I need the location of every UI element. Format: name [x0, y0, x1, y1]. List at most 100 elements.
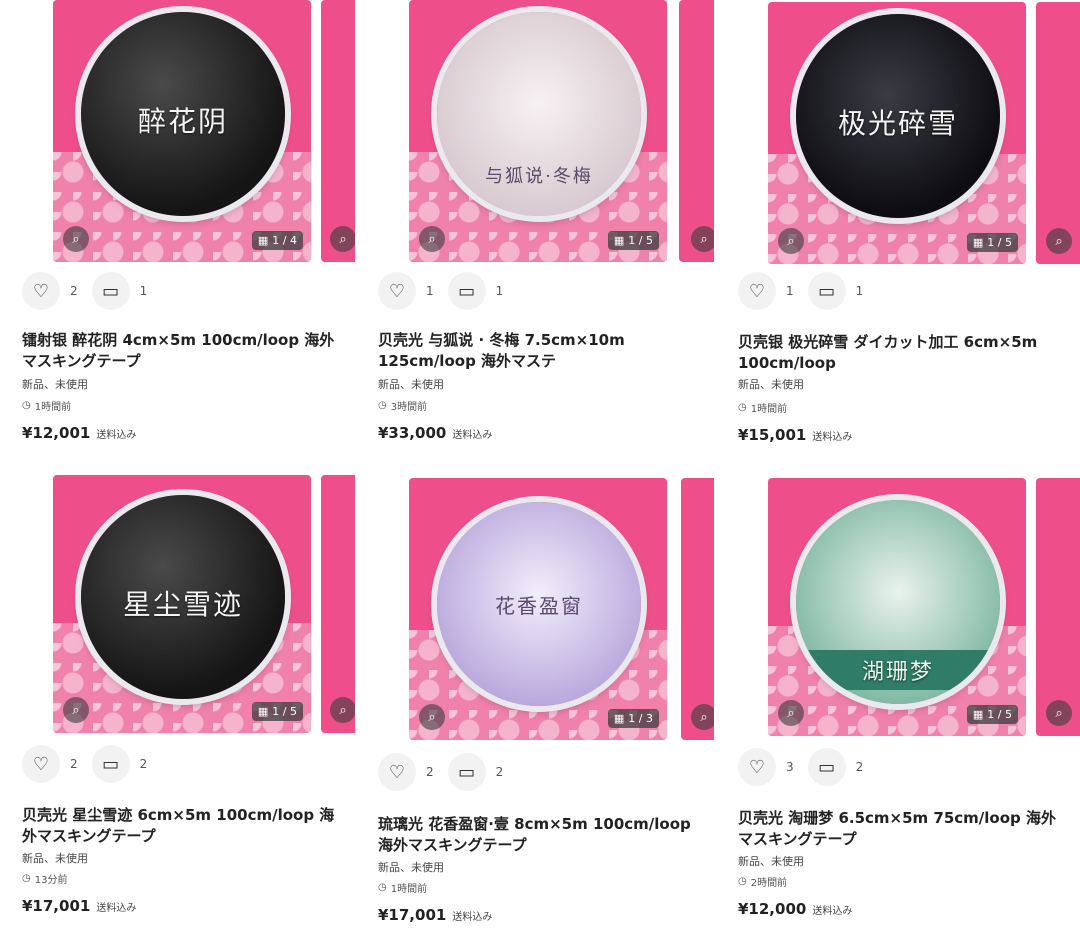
product-image[interactable]: 与狐说·冬梅 ⌕ ▦ 1 / 5 — [409, 0, 667, 262]
image-search-icon[interactable]: ⌕ — [63, 697, 89, 723]
card-actions: ♡ 3 ▭ 2 — [738, 748, 863, 786]
price-value: ¥12,000 — [738, 900, 807, 918]
like-count: 2 — [70, 757, 78, 771]
grid-icon: ▦ — [613, 234, 625, 247]
image-search-icon[interactable]: ⌕ — [330, 226, 355, 252]
comment-button[interactable]: ▭ 2 — [91, 745, 148, 783]
listing-time: ◷ 13分前 — [22, 873, 68, 886]
price-value: ¥17,001 — [22, 897, 91, 915]
image-search-icon[interactable]: ⌕ — [691, 226, 714, 252]
product-image-carousel[interactable]: 极光碎雪 ⌕ ▦ 1 / 5 ⌕ — [768, 2, 1080, 264]
product-image-carousel[interactable]: 花香盈窗 ⌕ ▦ 1 / 3 ⌕ — [409, 478, 714, 740]
listing-time: ◷ 2時間前 — [738, 876, 788, 889]
heart-icon[interactable]: ♡ — [378, 272, 416, 310]
product-condition: 新品、未使用 — [378, 861, 444, 874]
tape-roll-image: 极光碎雪 — [796, 14, 1000, 218]
product-image-carousel[interactable]: 醉花阴 ⌕ ▦ 1 / 4 ⌕ — [53, 0, 355, 262]
image-count-badge: ▦ 1 / 4 — [251, 231, 303, 250]
tape-roll-image: 醉花阴 — [81, 12, 285, 216]
product-image-carousel[interactable]: 与狐说·冬梅 ⌕ ▦ 1 / 5 ⌕ — [409, 0, 714, 262]
image-search-icon[interactable]: ⌕ — [778, 700, 804, 726]
shipping-label: 送料込み — [96, 903, 137, 914]
image-search-icon[interactable]: ⌕ — [1046, 228, 1072, 254]
shipping-label: 送料込み — [812, 432, 853, 443]
product-title[interactable]: 琉璃光 花香盈窗·壹 8cm×5m 100cm/loop 海外マスキングテープ — [378, 814, 698, 856]
product-price: ¥12,001 送料込み — [22, 424, 136, 442]
like-button[interactable]: ♡ 2 — [22, 745, 78, 783]
image-search-icon[interactable]: ⌕ — [63, 226, 89, 252]
product-title[interactable]: 贝壳光 与狐说 · 冬梅 7.5cm×10m 125cm/loop 海外マステ — [378, 330, 698, 372]
comment-icon[interactable]: ▭ — [447, 272, 486, 310]
shipping-label: 送料込み — [812, 906, 853, 917]
comment-icon[interactable]: ▭ — [91, 272, 130, 310]
like-button[interactable]: ♡ 2 — [22, 272, 78, 310]
comment-icon[interactable]: ▭ — [447, 753, 486, 791]
comment-count: 1 — [495, 284, 504, 298]
like-button[interactable]: ♡ 2 — [378, 753, 434, 791]
heart-icon[interactable]: ♡ — [738, 272, 776, 310]
heart-icon[interactable]: ♡ — [738, 748, 776, 786]
image-search-icon[interactable]: ⌕ — [419, 226, 445, 252]
product-title[interactable]: 贝壳光 星尘雪迹 6cm×5m 100cm/loop 海外マスキングテープ — [22, 805, 342, 847]
card-actions: ♡ 1 ▭ 1 — [738, 272, 863, 310]
product-image[interactable]: 花香盈窗 ⌕ ▦ 1 / 3 — [409, 478, 667, 740]
next-image-preview[interactable] — [681, 478, 714, 740]
product-image-carousel[interactable]: 湖珊梦 ⌕ ▦ 1 / 5 ⌕ — [768, 478, 1080, 740]
comment-button[interactable]: ▭ 1 — [807, 272, 863, 310]
next-image-preview[interactable] — [679, 0, 714, 262]
heart-icon[interactable]: ♡ — [22, 745, 60, 783]
grid-icon: ▦ — [972, 708, 984, 721]
shipping-label: 送料込み — [452, 912, 493, 923]
product-title[interactable]: 镭射银 醉花阴 4cm×5m 100cm/loop 海外マスキングテープ — [22, 330, 342, 372]
image-search-icon[interactable]: ⌕ — [330, 697, 355, 723]
next-image-preview[interactable] — [321, 0, 355, 262]
image-search-icon[interactable]: ⌕ — [1046, 700, 1072, 726]
listing-time: ◷ 1時間前 — [22, 400, 72, 413]
comment-button[interactable]: ▭ 1 — [447, 272, 504, 310]
clock-icon: ◷ — [22, 400, 31, 411]
comment-button[interactable]: ▭ 2 — [447, 753, 504, 791]
tape-roll-image: 湖珊梦 — [796, 500, 1000, 704]
tape-image-text: 醉花阴 — [137, 105, 228, 138]
clock-icon: ◷ — [378, 882, 387, 893]
like-button[interactable]: ♡ 1 — [378, 272, 434, 310]
image-search-icon[interactable]: ⌕ — [691, 704, 714, 730]
clock-icon: ◷ — [738, 402, 747, 413]
product-image[interactable]: 湖珊梦 ⌕ ▦ 1 / 5 — [768, 478, 1026, 736]
tape-image-text: 花香盈窗 — [495, 594, 583, 618]
comment-count: 2 — [495, 765, 504, 779]
grid-icon: ▦ — [972, 236, 984, 249]
image-count-badge: ▦ 1 / 5 — [251, 702, 303, 721]
comment-icon[interactable]: ▭ — [91, 745, 130, 783]
card-actions: ♡ 2 ▭ 2 — [22, 745, 147, 783]
listing-time: ◷ 3時間前 — [378, 400, 428, 413]
like-count: 3 — [786, 760, 794, 774]
like-button[interactable]: ♡ 3 — [738, 748, 794, 786]
comment-button[interactable]: ▭ 2 — [807, 748, 863, 786]
like-button[interactable]: ♡ 1 — [738, 272, 794, 310]
heart-icon[interactable]: ♡ — [378, 753, 416, 791]
price-value: ¥33,000 — [378, 424, 447, 442]
grid-icon: ▦ — [257, 234, 269, 247]
next-image-preview[interactable] — [321, 475, 355, 733]
comment-icon[interactable]: ▭ — [807, 272, 846, 310]
comment-icon[interactable]: ▭ — [807, 748, 846, 786]
like-count: 1 — [786, 284, 794, 298]
product-image[interactable]: 星尘雪迹 ⌕ ▦ 1 / 5 — [53, 475, 311, 733]
product-image[interactable]: 醉花阴 ⌕ ▦ 1 / 4 — [53, 0, 311, 262]
listing-time: ◷ 1時間前 — [378, 882, 428, 895]
comment-count: 1 — [139, 284, 148, 298]
image-search-icon[interactable]: ⌕ — [419, 704, 445, 730]
next-image-preview[interactable] — [1036, 478, 1080, 736]
heart-icon[interactable]: ♡ — [22, 272, 60, 310]
product-price: ¥33,000 送料込み — [378, 424, 492, 442]
next-image-preview[interactable] — [1036, 2, 1080, 264]
product-price: ¥17,001 送料込み — [378, 906, 492, 924]
comment-count: 2 — [139, 757, 148, 771]
product-image-carousel[interactable]: 星尘雪迹 ⌕ ▦ 1 / 5 ⌕ — [53, 475, 355, 737]
image-search-icon[interactable]: ⌕ — [778, 228, 804, 254]
comment-button[interactable]: ▭ 1 — [91, 272, 148, 310]
product-title[interactable]: 贝壳光 淘珊梦 6.5cm×5m 75cm/loop 海外マスキングテープ — [738, 808, 1058, 850]
product-image[interactable]: 极光碎雪 ⌕ ▦ 1 / 5 — [768, 2, 1026, 264]
product-title[interactable]: 贝壳银 极光碎雪 ダイカット加工 6cm×5m 100cm/loop — [738, 332, 1058, 374]
